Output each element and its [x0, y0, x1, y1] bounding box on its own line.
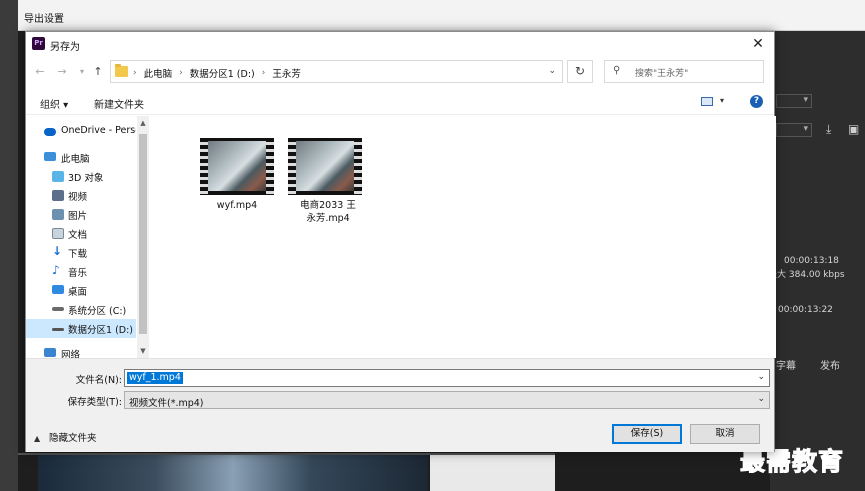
- drive-icon: [52, 307, 64, 311]
- network-icon: [44, 348, 56, 357]
- desktop-icon: [52, 285, 64, 294]
- nav-item-network[interactable]: 网络: [26, 344, 136, 358]
- chevron-up-icon: ▲: [34, 434, 41, 443]
- forward-arrow-icon[interactable]: →: [54, 64, 70, 80]
- video-thumbnail: [200, 138, 274, 195]
- filetype-label: 保存类型(T):: [67, 397, 122, 408]
- navigation-bar: ← → ▾ ↑ › 此电脑 › 数据分区1 (D:) › 王永芳 ⌄ ↻ ⚲ 搜…: [26, 58, 774, 86]
- nav-pane-scrollbar[interactable]: ▲ ▼: [137, 116, 149, 358]
- export-settings-title: 导出设置: [24, 14, 64, 25]
- 3d-objects-icon: [52, 171, 64, 182]
- export-settings-titlebar: 导出设置: [18, 0, 865, 31]
- nav-item-drive-c[interactable]: 系统分区 (C:): [26, 300, 136, 319]
- search-box[interactable]: ⚲ 搜索"王永芳": [604, 60, 764, 83]
- organize-menu[interactable]: 组织 ▾: [40, 96, 68, 111]
- documents-icon: [52, 228, 64, 239]
- save-button[interactable]: 保存(S): [612, 424, 682, 444]
- scrollbar-thumb[interactable]: [139, 134, 147, 334]
- close-icon[interactable]: ✕: [748, 34, 768, 54]
- nav-item-desktop[interactable]: 桌面: [26, 281, 136, 300]
- bg-tab-captions[interactable]: 字幕: [776, 357, 796, 372]
- filetype-dropdown-chevron-icon[interactable]: ⌄: [757, 394, 765, 404]
- video-preview: [38, 455, 428, 491]
- drive-icon: [52, 328, 64, 331]
- pictures-icon: [52, 209, 64, 220]
- up-arrow-icon[interactable]: ↑: [90, 64, 106, 80]
- nav-item-videos[interactable]: 视频: [26, 186, 136, 205]
- breadcrumb: › 此电脑 › 数据分区1 (D:) › 王永芳: [133, 66, 301, 80]
- folder-icon: [115, 64, 128, 77]
- background-left-edge: [0, 0, 18, 491]
- back-arrow-icon[interactable]: ←: [32, 64, 48, 80]
- downloads-icon: ↓: [52, 244, 63, 258]
- onedrive-icon: [44, 128, 56, 136]
- bg-duration-text: 00:00:13:18: [784, 256, 839, 266]
- bg-tab-publish[interactable]: 发布: [820, 357, 840, 372]
- premiere-app-icon: Pr: [32, 37, 45, 50]
- scroll-up-icon[interactable]: ▲: [137, 117, 149, 129]
- refresh-icon[interactable]: ↻: [567, 60, 593, 83]
- dialog-title: 另存为: [50, 42, 80, 53]
- cancel-button[interactable]: 取消: [690, 424, 760, 444]
- filename-input[interactable]: wyf_1.mp4 ⌄: [124, 369, 770, 387]
- video-preview-2: [430, 455, 555, 491]
- recent-locations-chevron-icon[interactable]: ▾: [74, 64, 90, 80]
- command-toolbar: 组织 ▾ 新建文件夹 ▾ ?: [26, 89, 774, 115]
- nav-item-downloads[interactable]: ↓ 下载: [26, 243, 136, 262]
- view-mode-chevron-icon[interactable]: ▾: [720, 96, 724, 105]
- scroll-down-icon[interactable]: ▼: [137, 345, 149, 357]
- file-name: 电商2033 王永芳.mp4: [300, 200, 356, 224]
- bg-preset-select[interactable]: [776, 123, 812, 137]
- nav-item-onedrive[interactable]: OneDrive - Personal: [26, 122, 136, 141]
- nav-item-3d-objects[interactable]: 3D 对象: [26, 167, 136, 186]
- hide-folders-toggle[interactable]: ▲ 隐藏文件夹: [34, 430, 97, 444]
- breadcrumb-folder[interactable]: 王永芳: [272, 66, 301, 80]
- videos-icon: [52, 190, 64, 201]
- video-thumbnail: [288, 138, 362, 195]
- filename-value: wyf_1.mp4: [127, 372, 183, 384]
- save-preset-icon[interactable]: ⤓: [826, 122, 831, 137]
- filetype-value: 视频文件(*.mp4): [129, 398, 204, 409]
- breadcrumb-this-pc[interactable]: 此电脑: [144, 66, 173, 80]
- nav-item-documents[interactable]: 文档: [26, 224, 136, 243]
- nav-item-pictures[interactable]: 图片: [26, 205, 136, 224]
- address-bar[interactable]: › 此电脑 › 数据分区1 (D:) › 王永芳 ⌄: [110, 60, 563, 83]
- address-dropdown-chevron-icon[interactable]: ⌄: [548, 66, 556, 76]
- bg-bitrate-text: 最大 384.00 kbps: [768, 270, 845, 280]
- view-mode-icon[interactable]: [701, 97, 713, 106]
- filetype-select[interactable]: 视频文件(*.mp4) ⌄: [124, 391, 770, 409]
- nav-item-drive-d[interactable]: 数据分区1 (D:): [26, 319, 136, 338]
- nav-item-this-pc[interactable]: 此电脑: [26, 148, 136, 167]
- search-placeholder: 搜索"王永芳": [635, 69, 689, 79]
- new-folder-button[interactable]: 新建文件夹: [94, 96, 144, 111]
- search-icon: ⚲: [613, 65, 621, 76]
- computer-icon: [44, 152, 56, 161]
- help-icon[interactable]: ?: [750, 95, 763, 108]
- bg-duration-text-2: 00:00:13:22: [778, 305, 833, 315]
- filename-label: 文件名(N):: [75, 375, 122, 386]
- nav-item-music[interactable]: ♪ 音乐: [26, 262, 136, 281]
- save-options-panel: 文件名(N): wyf_1.mp4 ⌄ 保存类型(T): 视频文件(*.mp4)…: [26, 358, 774, 452]
- music-icon: ♪: [52, 263, 60, 277]
- dialog-titlebar: Pr 另存为 ✕: [26, 32, 774, 56]
- file-name: wyf.mp4: [216, 200, 258, 211]
- file-list: wyf.mp4 电商2033 王永芳.mp4: [150, 116, 776, 358]
- navigation-pane: OneDrive - Personal 此电脑 3D 对象 视频 图片 文档 ↓…: [26, 116, 149, 358]
- save-as-dialog: Pr 另存为 ✕ ← → ▾ ↑ › 此电脑 › 数据分区1 (D:) › 王永…: [25, 31, 776, 452]
- bg-format-select[interactable]: [776, 94, 812, 108]
- breadcrumb-drive-d[interactable]: 数据分区1 (D:): [190, 66, 255, 80]
- import-preset-icon[interactable]: ▣: [848, 122, 859, 136]
- filename-dropdown-chevron-icon[interactable]: ⌄: [757, 372, 765, 382]
